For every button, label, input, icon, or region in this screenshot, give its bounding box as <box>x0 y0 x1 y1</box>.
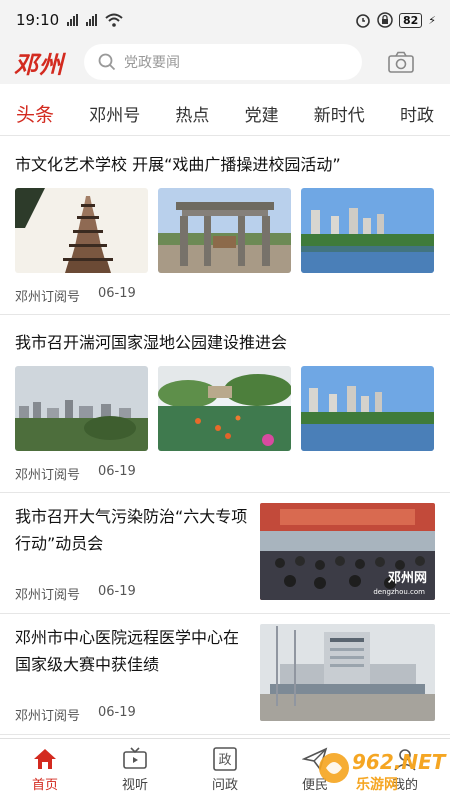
battery-level: 82 <box>398 12 423 28</box>
lake-buildings-image <box>301 366 434 451</box>
status-time: 19:10 <box>16 11 60 29</box>
article-title: 邓州市中心医院远程医学中心在国家级大赛中获佳绩 <box>15 628 240 674</box>
article-text: 我市召开大气污染防治“六大专项行动”动员会 邓州订阅号 06-19 <box>15 503 260 613</box>
image-caption: 邓州网 <box>387 571 427 586</box>
article-thumbs <box>15 366 435 451</box>
article-title: 市文化艺术学校 开展“戏曲广播操进校园活动” <box>15 155 341 174</box>
article-item[interactable]: 市文化艺术学校 开展“戏曲广播操进校园活动” 邓州订阅号 06-19 <box>0 137 450 315</box>
signal-icon-2 <box>86 14 98 26</box>
article-text: 邓州市中心医院远程医学中心在国家级大赛中获佳绩 邓州订阅号 06-19 <box>15 624 260 734</box>
status-bar: 19:10 82 ⚡ <box>0 0 450 40</box>
app-header: 邓州 党政要闻 <box>0 40 450 84</box>
camera-icon[interactable] <box>388 51 414 73</box>
article-date: 06-19 <box>98 584 136 599</box>
article-meta: 邓州订阅号 06-19 <box>15 705 250 724</box>
meeting-hall-image: 邓州网 dengzhou.com <box>260 503 435 600</box>
article-meta: 邓州订阅号 06-19 <box>15 464 435 483</box>
wifi-icon <box>105 13 123 27</box>
tab-headlines[interactable]: 头条 <box>16 100 54 127</box>
nav-label: 首页 <box>31 777 58 793</box>
watermark-brand: 962.NET <box>352 750 446 774</box>
search-icon <box>98 53 116 71</box>
status-right: 82 ⚡ <box>355 12 436 28</box>
nav-inquiry[interactable]: 政 问政 <box>185 746 265 793</box>
category-tabs: 头条 邓州号 热点 党建 新时代 时政 <box>0 92 450 136</box>
tab-party[interactable]: 党建 <box>245 101 279 126</box>
wetland-park-image <box>158 366 291 451</box>
news-feed: 市文化艺术学校 开展“戏曲广播操进校园活动” 邓州订阅号 06-19 我市召开湍… <box>0 137 450 738</box>
pagoda-image <box>15 188 148 273</box>
charging-icon: ⚡ <box>428 13 436 27</box>
archway-image <box>158 188 291 273</box>
site-watermark: 962.NET 乐游网 <box>316 748 446 794</box>
lake-buildings-image <box>301 188 434 273</box>
article-item[interactable]: 我市召开大气污染防治“六大专项行动”动员会 邓州订阅号 06-19 邓州网 de… <box>0 493 450 614</box>
article-meta: 邓州订阅号 06-19 <box>15 286 435 305</box>
article-item[interactable]: 我市召开湍河国家湿地公园建设推进会 邓州订阅号 06-19 <box>0 315 450 493</box>
article-date: 06-19 <box>98 464 136 479</box>
article-source: 邓州订阅号 <box>15 588 81 603</box>
tab-new-era[interactable]: 新时代 <box>314 101 365 126</box>
nav-home[interactable]: 首页 <box>5 747 85 793</box>
article-source: 邓州订阅号 <box>15 290 81 305</box>
svg-text:政: 政 <box>218 753 231 768</box>
article-source: 邓州订阅号 <box>15 709 81 724</box>
signal-icon <box>67 14 79 26</box>
city-skyline-image <box>15 366 148 451</box>
nav-label: 视听 <box>121 777 148 793</box>
tab-dengzhou-accounts[interactable]: 邓州号 <box>89 101 140 126</box>
status-left: 19:10 <box>16 11 123 29</box>
lock-rotation-icon <box>377 12 393 28</box>
search-bar[interactable]: 党政要闻 <box>84 44 362 80</box>
alarm-icon <box>356 14 370 28</box>
home-icon <box>34 748 56 769</box>
article-item[interactable]: 邓州市中心医院远程医学中心在国家级大赛中获佳绩 邓州订阅号 06-19 <box>0 614 450 735</box>
hospital-image <box>260 624 435 721</box>
nav-video[interactable]: 视听 <box>95 746 175 793</box>
article-title: 我市召开湍河国家湿地公园建设推进会 <box>15 333 288 352</box>
article-source: 邓州订阅号 <box>15 468 81 483</box>
app-logo: 邓州 <box>14 49 64 79</box>
image-subcaption: dengzhou.com <box>373 588 425 596</box>
tab-hot[interactable]: 热点 <box>175 101 209 126</box>
article-thumbs <box>15 188 435 273</box>
article-meta: 邓州订阅号 06-19 <box>15 584 250 603</box>
tv-icon <box>123 746 147 769</box>
article-date: 06-19 <box>98 705 136 720</box>
nav-label: 问政 <box>211 777 238 793</box>
search-placeholder: 党政要闻 <box>124 55 180 71</box>
government-icon: 政 <box>213 746 237 771</box>
article-date: 06-19 <box>98 286 136 301</box>
article-title: 我市召开大气污染防治“六大专项行动”动员会 <box>15 507 248 553</box>
tab-politics[interactable]: 时政 <box>400 101 434 126</box>
watermark-sub: 乐游网 <box>356 777 398 793</box>
